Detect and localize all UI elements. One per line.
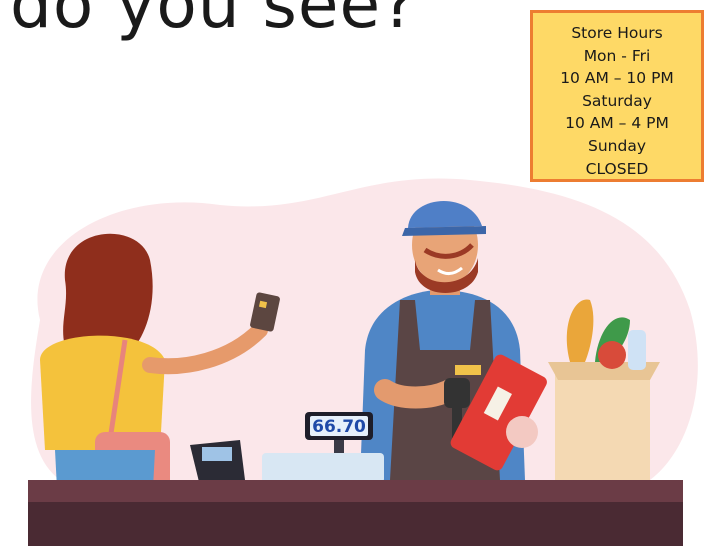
- checkout-counter: [28, 480, 683, 546]
- page-heading: do you see?: [10, 0, 418, 43]
- weekday-hours: 10 AM – 10 PM: [560, 69, 674, 88]
- saturday-hours: 10 AM – 4 PM: [565, 114, 669, 133]
- register-screen: [262, 453, 384, 483]
- weekday-label: Mon - Fri: [583, 46, 651, 65]
- checkout-illustration: 66.70: [28, 178, 698, 546]
- price-display: 66.70: [312, 417, 366, 437]
- saturday-label: Saturday: [582, 91, 652, 110]
- store-hours-title: Store Hours: [571, 24, 663, 42]
